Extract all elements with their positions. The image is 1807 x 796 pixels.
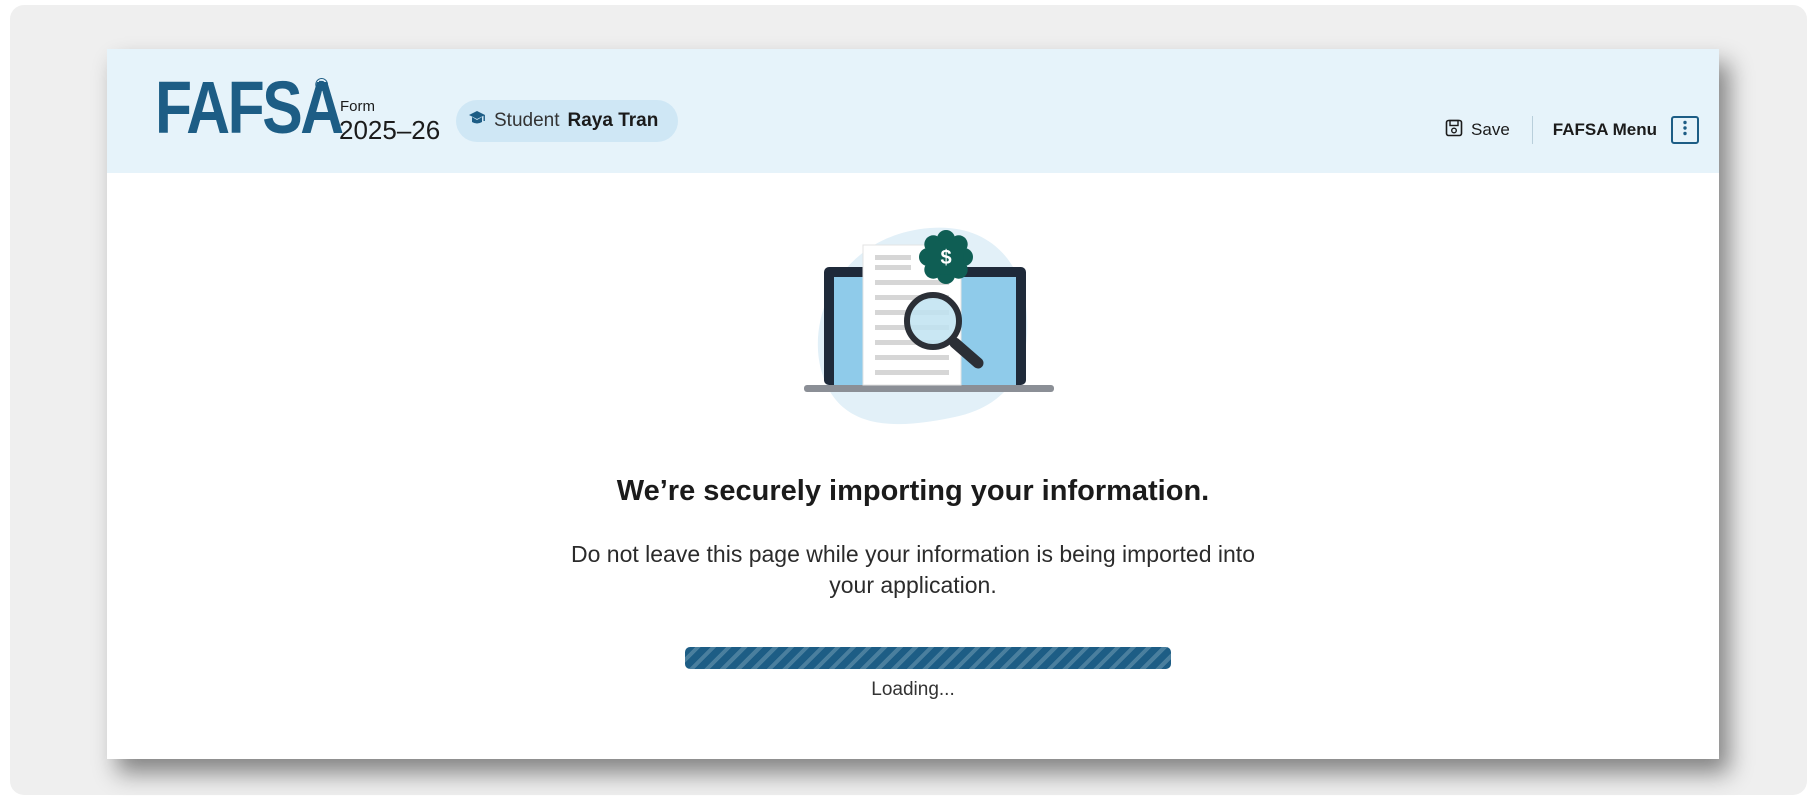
fafsa-menu-label[interactable]: FAFSA Menu bbox=[1533, 120, 1671, 140]
svg-text:$: $ bbox=[940, 247, 951, 269]
progress-fill bbox=[685, 647, 1171, 669]
loading-progress-bar bbox=[685, 647, 1171, 669]
student-prefix: Student bbox=[494, 110, 560, 131]
page-instructions: Do not leave this page while your inform… bbox=[571, 541, 1255, 598]
form-year: 2025–26 bbox=[339, 115, 441, 145]
graduation-cap-icon bbox=[468, 109, 486, 133]
student-badge: Student Raya Tran bbox=[456, 100, 679, 142]
form-label: Form bbox=[340, 98, 375, 115]
fafsa-logo[interactable]: FAFSA bbox=[155, 71, 344, 145]
header-actions: Save FAFSA Menu bbox=[1445, 115, 1699, 145]
page-heading: We’re securely importing your informatio… bbox=[616, 475, 1210, 507]
loading-label: Loading... bbox=[871, 679, 955, 700]
registered-mark: ® bbox=[315, 75, 329, 95]
vertical-dots-icon bbox=[1682, 120, 1688, 141]
save-label: Save bbox=[1471, 120, 1510, 139]
laptop-document-magnifier-illustration: $ bbox=[804, 227, 1054, 425]
page-header: FAFSA ® Form 2025–26 Student Raya Tran S… bbox=[107, 49, 1719, 173]
save-button[interactable]: Save bbox=[1445, 119, 1532, 142]
save-icon bbox=[1445, 119, 1463, 142]
app-window: FAFSA ® Form 2025–26 Student Raya Tran S… bbox=[107, 49, 1719, 759]
fafsa-menu-button[interactable] bbox=[1671, 116, 1699, 144]
student-name: Raya Tran bbox=[567, 110, 659, 131]
